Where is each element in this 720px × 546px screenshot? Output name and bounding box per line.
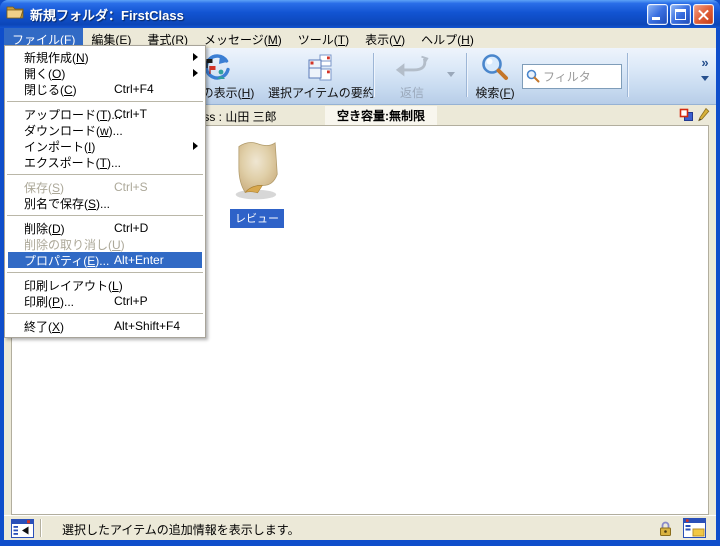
file-menu-popup: 新規作成(N) 開く(O) 閉じる(C) Ctrl+F4 アップロード(T)..… [4,45,206,338]
submenu-arrow-icon [193,53,198,61]
menu-separator [7,215,203,216]
item-label: レビュー [230,209,284,228]
reply-button[interactable]: 返信 [382,50,442,102]
submenu-arrow-icon [193,69,198,77]
reply-dropdown-arrow-icon[interactable] [447,72,455,77]
page-title: 新規フォルダ：FirstClass [30,5,645,24]
toolbar-separator [466,53,467,97]
summary-label: 選択アイテムの要約 [268,86,370,100]
menu-item-print-layout[interactable]: 印刷レイアウト(L) [5,277,205,293]
menu-item-close[interactable]: 閉じる(C) Ctrl+F4 [5,81,205,97]
statusbar-separator [40,519,41,537]
menu-item-print[interactable]: 印刷(P)... Ctrl+P [5,293,205,309]
menu-item-save[interactable]: 保存(S) Ctrl+S [5,179,205,195]
menu-item-upload[interactable]: アップロード(T)... Ctrl+T [5,106,205,122]
reply-icon [382,50,442,86]
menu-item-undelete[interactable]: 削除の取り消し(U) [5,236,205,252]
toggle-pane-icon[interactable] [11,519,34,541]
window-frame: ファイル(F)編集(E)書式(R)メッセージ(M)ツール(T)表示(V)ヘルプ(… [4,28,716,540]
menu-item-delete[interactable]: 削除(D) Ctrl+D [5,220,205,236]
status-bar: 選択したアイテムの追加情報を表示します。 [4,515,716,540]
search-label: 検索(F) [470,86,520,100]
menu-separator [7,101,203,102]
edit-pencil-icon [698,107,710,125]
capacity-label: 空き容量:無制限 [325,106,437,126]
summary-button[interactable]: 選択アイテムの要約 [268,50,370,102]
summary-icon [268,50,370,86]
toolbar-separator [627,53,628,97]
folder-icon [6,4,24,24]
search-icon [470,50,520,86]
menu-item-exit[interactable]: 終了(X) Alt+Shift+F4 [5,318,205,334]
document-icon [227,189,287,206]
menu-item-import[interactable]: インポート(I) [5,138,205,154]
window-layout-icon[interactable] [683,518,706,541]
list-item-review[interactable]: レビュー [212,138,302,228]
toolbar-separator [373,53,374,97]
items-flag-icon [679,108,694,125]
close-button[interactable] [693,4,714,25]
menu-item-save-as[interactable]: 別名で保存(S)... [5,195,205,211]
status-message: 選択したアイテムの追加情報を表示します。 [62,521,300,538]
title-bar: 新規フォルダ：FirstClass [0,0,720,28]
reply-label: 返信 [382,86,442,100]
search-button[interactable]: 検索(F) [470,50,520,102]
filter-magnifier-icon [526,69,540,88]
submenu-arrow-icon [193,142,198,150]
menu-item-properties[interactable]: プロパティ(E)... Alt+Enter [8,252,202,268]
filter-field [522,64,622,89]
menu-item-open[interactable]: 開く(O) [5,65,205,81]
menu-item-export[interactable]: エクスポート(T)... [5,154,205,170]
minimize-button[interactable] [647,4,668,25]
menu-item-download[interactable]: ダウンロード(w)... [5,122,205,138]
menu-separator [7,272,203,273]
menu-separator [7,313,203,314]
maximize-button[interactable] [670,4,691,25]
toolbar-overflow-button[interactable]: » [694,56,716,96]
lock-icon[interactable] [658,520,673,540]
overflow-chevron-icon: » [694,56,716,70]
app-window: 新規フォルダ：FirstClass ファイル(F)編集(E)書式(R)メッセージ… [0,0,720,546]
overflow-down-arrow-icon [701,76,709,81]
menu-item-new[interactable]: 新規作成(N) [5,49,205,65]
menu-separator [7,174,203,175]
